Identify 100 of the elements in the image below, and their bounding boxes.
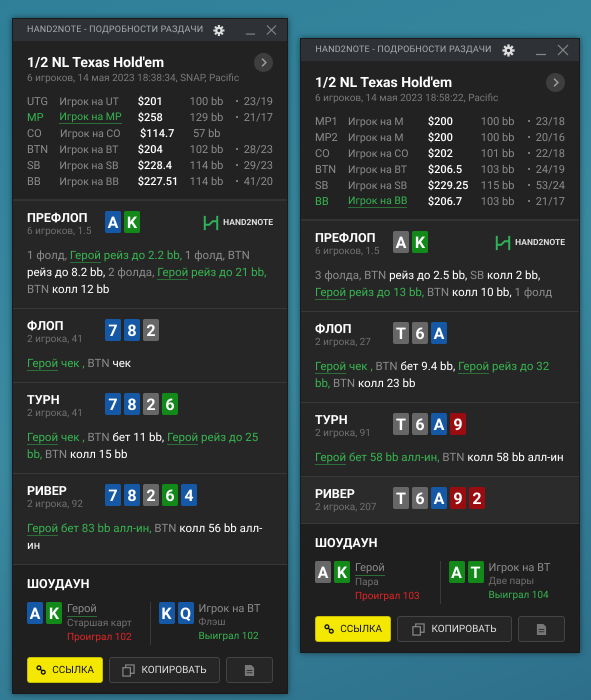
- hero-link[interactable]: Герой: [27, 521, 58, 536]
- street-info: 6 игроков, 1.5: [27, 226, 92, 237]
- settings-icon[interactable]: [502, 44, 515, 56]
- player-name[interactable]: Герой: [67, 602, 97, 617]
- playing-card: A: [431, 413, 447, 435]
- link-button[interactable]: ССЫЛКА: [315, 616, 391, 642]
- hand-rank: Пара: [355, 576, 380, 590]
- result-text: Выиграл 102: [198, 630, 260, 644]
- street-title: ФЛОП: [27, 319, 64, 334]
- player-stack: $114.7: [140, 126, 176, 140]
- hero-link[interactable]: Герой: [27, 430, 58, 445]
- copy-button[interactable]: КОПИРОВАТЬ: [397, 616, 512, 642]
- player-position: MP1: [315, 114, 339, 128]
- copy-button[interactable]: КОПИРОВАТЬ: [109, 657, 220, 683]
- street-title: ФЛОП: [315, 322, 352, 337]
- copy-icon: [412, 622, 426, 636]
- street-info: 2 игрока, 92: [27, 499, 84, 510]
- player-position: BB: [27, 174, 42, 188]
- player-stats: 21/17: [536, 194, 565, 208]
- settings-icon[interactable]: [213, 24, 226, 36]
- playing-card: 8: [124, 393, 140, 415]
- playing-card: A: [431, 322, 447, 344]
- player-position: MP: [27, 110, 45, 124]
- playing-card: K: [334, 561, 350, 583]
- playing-card: A: [315, 561, 331, 583]
- street-title: ТУРН: [315, 413, 349, 428]
- player-stack-bb: 100 bb: [480, 114, 516, 128]
- window-title: HAND2NOTE - ПОДРОБНОСТИ РАЗДАЧИ: [315, 45, 492, 55]
- street-title: РИВЕР: [27, 484, 68, 499]
- hand-rank: Флэш: [198, 616, 226, 630]
- action-line: Герой бет 58 bb алл-ин, BTN колл 58 bb алл-ин: [315, 449, 565, 466]
- player-stack-bb: 114 bb: [190, 158, 224, 172]
- player-name[interactable]: Игрок на CO: [60, 126, 120, 140]
- player-name[interactable]: Игрок на BT: [198, 602, 260, 616]
- playing-card: 2: [143, 484, 159, 506]
- player-name[interactable]: Игрок на CO: [348, 146, 408, 160]
- player-position: CO: [315, 146, 331, 160]
- player-stats: 23/19: [244, 94, 273, 108]
- player-position: BTN: [27, 142, 50, 156]
- playing-card: 2: [469, 487, 485, 509]
- player-stack-bb: 103 bb: [480, 194, 516, 208]
- player-name[interactable]: Игрок на M: [348, 130, 404, 144]
- player-stack: $227.51: [138, 174, 180, 188]
- player-name[interactable]: Игрок на UT: [59, 94, 119, 108]
- playing-card: K: [46, 602, 62, 624]
- player-name[interactable]: Игрок на M: [348, 114, 404, 128]
- playing-card: T: [393, 413, 409, 435]
- link-button[interactable]: ССЫЛКА: [27, 657, 103, 683]
- player-stats: 24/19: [536, 162, 565, 176]
- player-name[interactable]: Игрок на SB: [59, 158, 119, 172]
- hero-link[interactable]: Герой: [315, 359, 346, 374]
- action-line: Герой чек , BTN бет 9.4 bb, Герой рейз до 32 bb, BTN колл 23 bb: [315, 358, 550, 392]
- action-line: 1 фолд, Герой рейз до 2.2 bb, 1 фолд, BTN рейз до 8.2 bb, 2 фолда, Герой рейз до 21 bb, BTN колл 12 bb: [27, 247, 268, 298]
- player-stack: $229.25: [428, 178, 470, 192]
- player-name[interactable]: Игрок на BT: [348, 162, 408, 176]
- hand-info: 6 игроков, 14 мая 2023 18:38:34, SNAP, Pacific: [27, 73, 240, 84]
- street-info: 2 игрока, 41: [27, 408, 84, 419]
- player-name[interactable]: Игрок на BT: [59, 142, 118, 156]
- player-stats: 22/18: [536, 146, 565, 160]
- player-name[interactable]: Игрок на SB: [348, 178, 408, 192]
- close-icon[interactable]: [266, 24, 277, 36]
- player-name[interactable]: Игрок на BB: [59, 174, 119, 188]
- player-stack: $201: [138, 94, 164, 108]
- game-title: 1/2 NL Texas Hold'em: [315, 74, 452, 90]
- copy-icon: [122, 664, 136, 676]
- playing-card: K: [412, 231, 428, 253]
- hero-link[interactable]: Герой: [157, 265, 188, 280]
- document-button[interactable]: [226, 657, 273, 683]
- hand-rank: Старшая карт: [67, 617, 132, 631]
- player-name[interactable]: Игрок на MP: [59, 110, 122, 124]
- next-hand-icon[interactable]: [254, 53, 273, 72]
- hero-link[interactable]: Герой: [458, 359, 490, 374]
- player-stack-bb: 57 bb: [193, 126, 222, 140]
- playing-card: 7: [105, 319, 121, 341]
- player-stack-bb: 103 bb: [480, 162, 516, 176]
- playing-card: 7: [105, 393, 121, 415]
- hero-link[interactable]: Герой: [70, 248, 101, 263]
- player-name[interactable]: Игрок на BB: [348, 194, 408, 208]
- player-name[interactable]: Герой: [355, 561, 385, 576]
- next-hand-icon[interactable]: [546, 73, 565, 92]
- street-title: ПРЕФЛОП: [315, 231, 376, 246]
- playing-card: 9: [450, 413, 466, 435]
- result-text: Выиграл 104: [488, 589, 550, 603]
- player-stats: 21/17: [244, 110, 273, 124]
- playing-card: T: [393, 322, 409, 344]
- hero-link[interactable]: Герой: [167, 430, 198, 445]
- playing-card: 8: [124, 319, 140, 341]
- hero-link[interactable]: Герой: [27, 356, 58, 371]
- player-stack-bb: 115 bb: [480, 178, 516, 192]
- close-icon[interactable]: [557, 44, 569, 56]
- player-stack: $206.7: [428, 194, 464, 208]
- document-button[interactable]: [518, 616, 565, 642]
- hero-link[interactable]: Герой: [315, 450, 346, 465]
- playing-card: K: [124, 211, 140, 233]
- playing-card: 6: [412, 322, 428, 344]
- street-title: ТУРН: [27, 393, 61, 408]
- player-position: UTG: [27, 94, 50, 108]
- player-name[interactable]: Игрок на BT: [488, 561, 550, 575]
- hero-link[interactable]: Герой: [315, 285, 346, 300]
- player-position: MP2: [315, 130, 339, 144]
